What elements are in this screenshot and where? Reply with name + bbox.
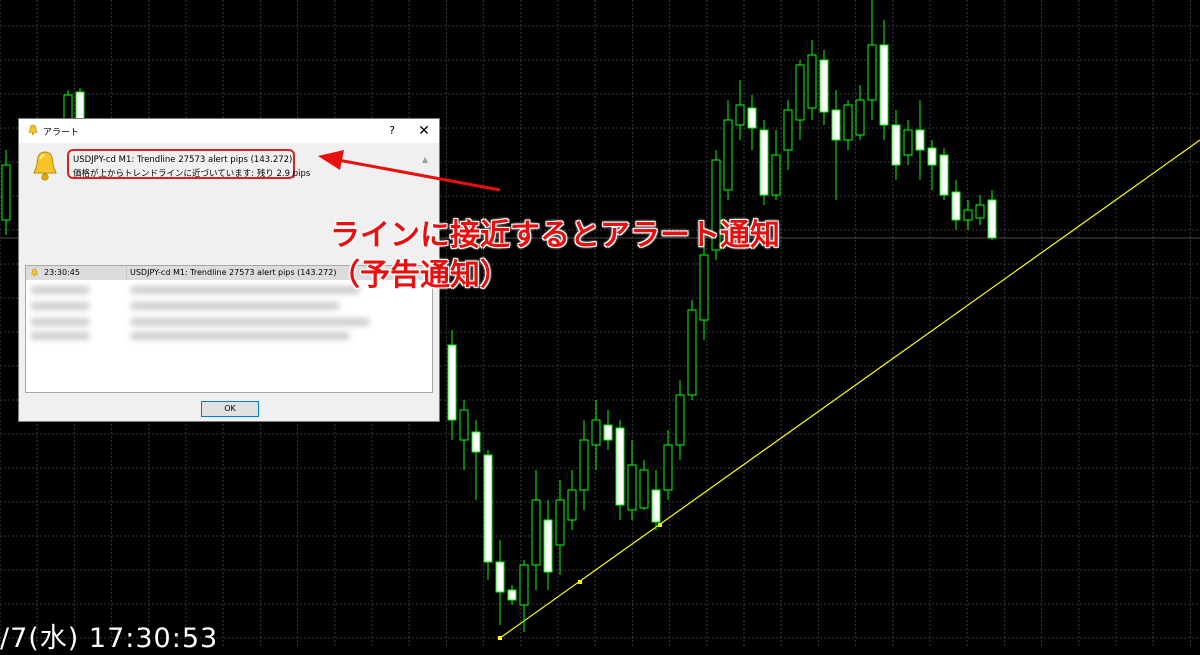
candle-body	[543, 519, 553, 573]
trendline-anchor	[658, 523, 662, 527]
candle-body	[531, 499, 541, 566]
candle-body	[579, 439, 589, 491]
candle-body	[879, 44, 889, 126]
column-divider	[126, 266, 127, 280]
redacted-row	[130, 286, 360, 294]
help-button[interactable]: ?	[379, 121, 405, 141]
candle-body	[975, 204, 985, 219]
redacted-row	[30, 318, 90, 326]
redacted-row	[130, 302, 340, 310]
candle-body	[795, 64, 805, 121]
candle-body	[627, 464, 637, 511]
candle-body	[819, 59, 829, 113]
bell-icon	[31, 268, 38, 277]
candle-body	[603, 424, 613, 441]
candle-body	[951, 191, 961, 221]
candle-body	[519, 564, 529, 606]
candle-body	[807, 54, 817, 109]
candle-body	[963, 209, 973, 221]
dialog-titlebar[interactable]: アラート ? ✕	[19, 119, 439, 143]
candle-body	[735, 104, 745, 126]
alert-message-line1: USDJPY-cd M1: Trendline 27573 alert pips…	[73, 155, 293, 165]
candle-body	[723, 119, 733, 191]
close-button[interactable]: ✕	[411, 121, 437, 141]
annotation-line2: （予告通知）	[330, 258, 510, 293]
candle-body	[507, 589, 517, 601]
candle-body	[927, 147, 937, 166]
annotation-text: ラインに接近するとアラート通知 （予告通知）	[330, 216, 780, 296]
candle-body	[663, 444, 673, 491]
candle-body	[915, 129, 925, 151]
redacted-row	[30, 332, 90, 340]
candle-body	[615, 427, 625, 506]
log-message: USDJPY-cd M1: Trendline 27573 alert pips…	[130, 268, 337, 277]
candle-body	[591, 419, 601, 446]
redacted-row	[130, 318, 370, 326]
candle-body	[987, 199, 997, 239]
trendline-anchor	[578, 580, 582, 584]
alert-message-line2: 価格が上からトレンドラインに近づいています: 残り 2.9 pips	[73, 169, 311, 179]
candle-body	[675, 394, 685, 446]
candle-body	[903, 129, 913, 156]
bell-icon	[33, 151, 57, 181]
ok-button[interactable]: OK	[201, 401, 259, 417]
candle-body	[891, 124, 901, 166]
candle-body	[447, 344, 457, 421]
trendline-anchor	[498, 636, 502, 640]
candle-body	[1, 164, 11, 221]
redacted-row	[130, 332, 350, 340]
candle-body	[771, 154, 781, 196]
candle-body	[651, 489, 661, 523]
log-time: 23:30:45	[44, 268, 80, 277]
candle-body	[831, 109, 841, 141]
candle-body	[759, 129, 769, 196]
dialog-title: アラート	[43, 128, 80, 138]
chart-timestamp: /7(水) 17:30:53	[0, 623, 219, 654]
candle-body	[555, 499, 565, 546]
candle-body	[471, 431, 481, 453]
candle-body	[459, 409, 469, 441]
scroll-up-icon[interactable]: ▲	[422, 155, 428, 164]
candle-body	[747, 107, 757, 129]
redacted-row	[30, 302, 90, 310]
candle-body	[855, 99, 865, 136]
bell-icon	[28, 124, 38, 136]
candle-body	[687, 309, 697, 396]
candle-body	[495, 561, 505, 593]
candle-body	[783, 109, 793, 151]
candle-body	[639, 469, 649, 509]
candle-body	[843, 104, 853, 141]
candle-body	[483, 454, 493, 563]
candle-body	[567, 489, 577, 521]
candle-body	[867, 44, 877, 101]
annotation-line1: ラインに接近するとアラート通知	[330, 218, 780, 253]
candle-body	[939, 154, 949, 196]
redacted-row	[30, 286, 90, 294]
